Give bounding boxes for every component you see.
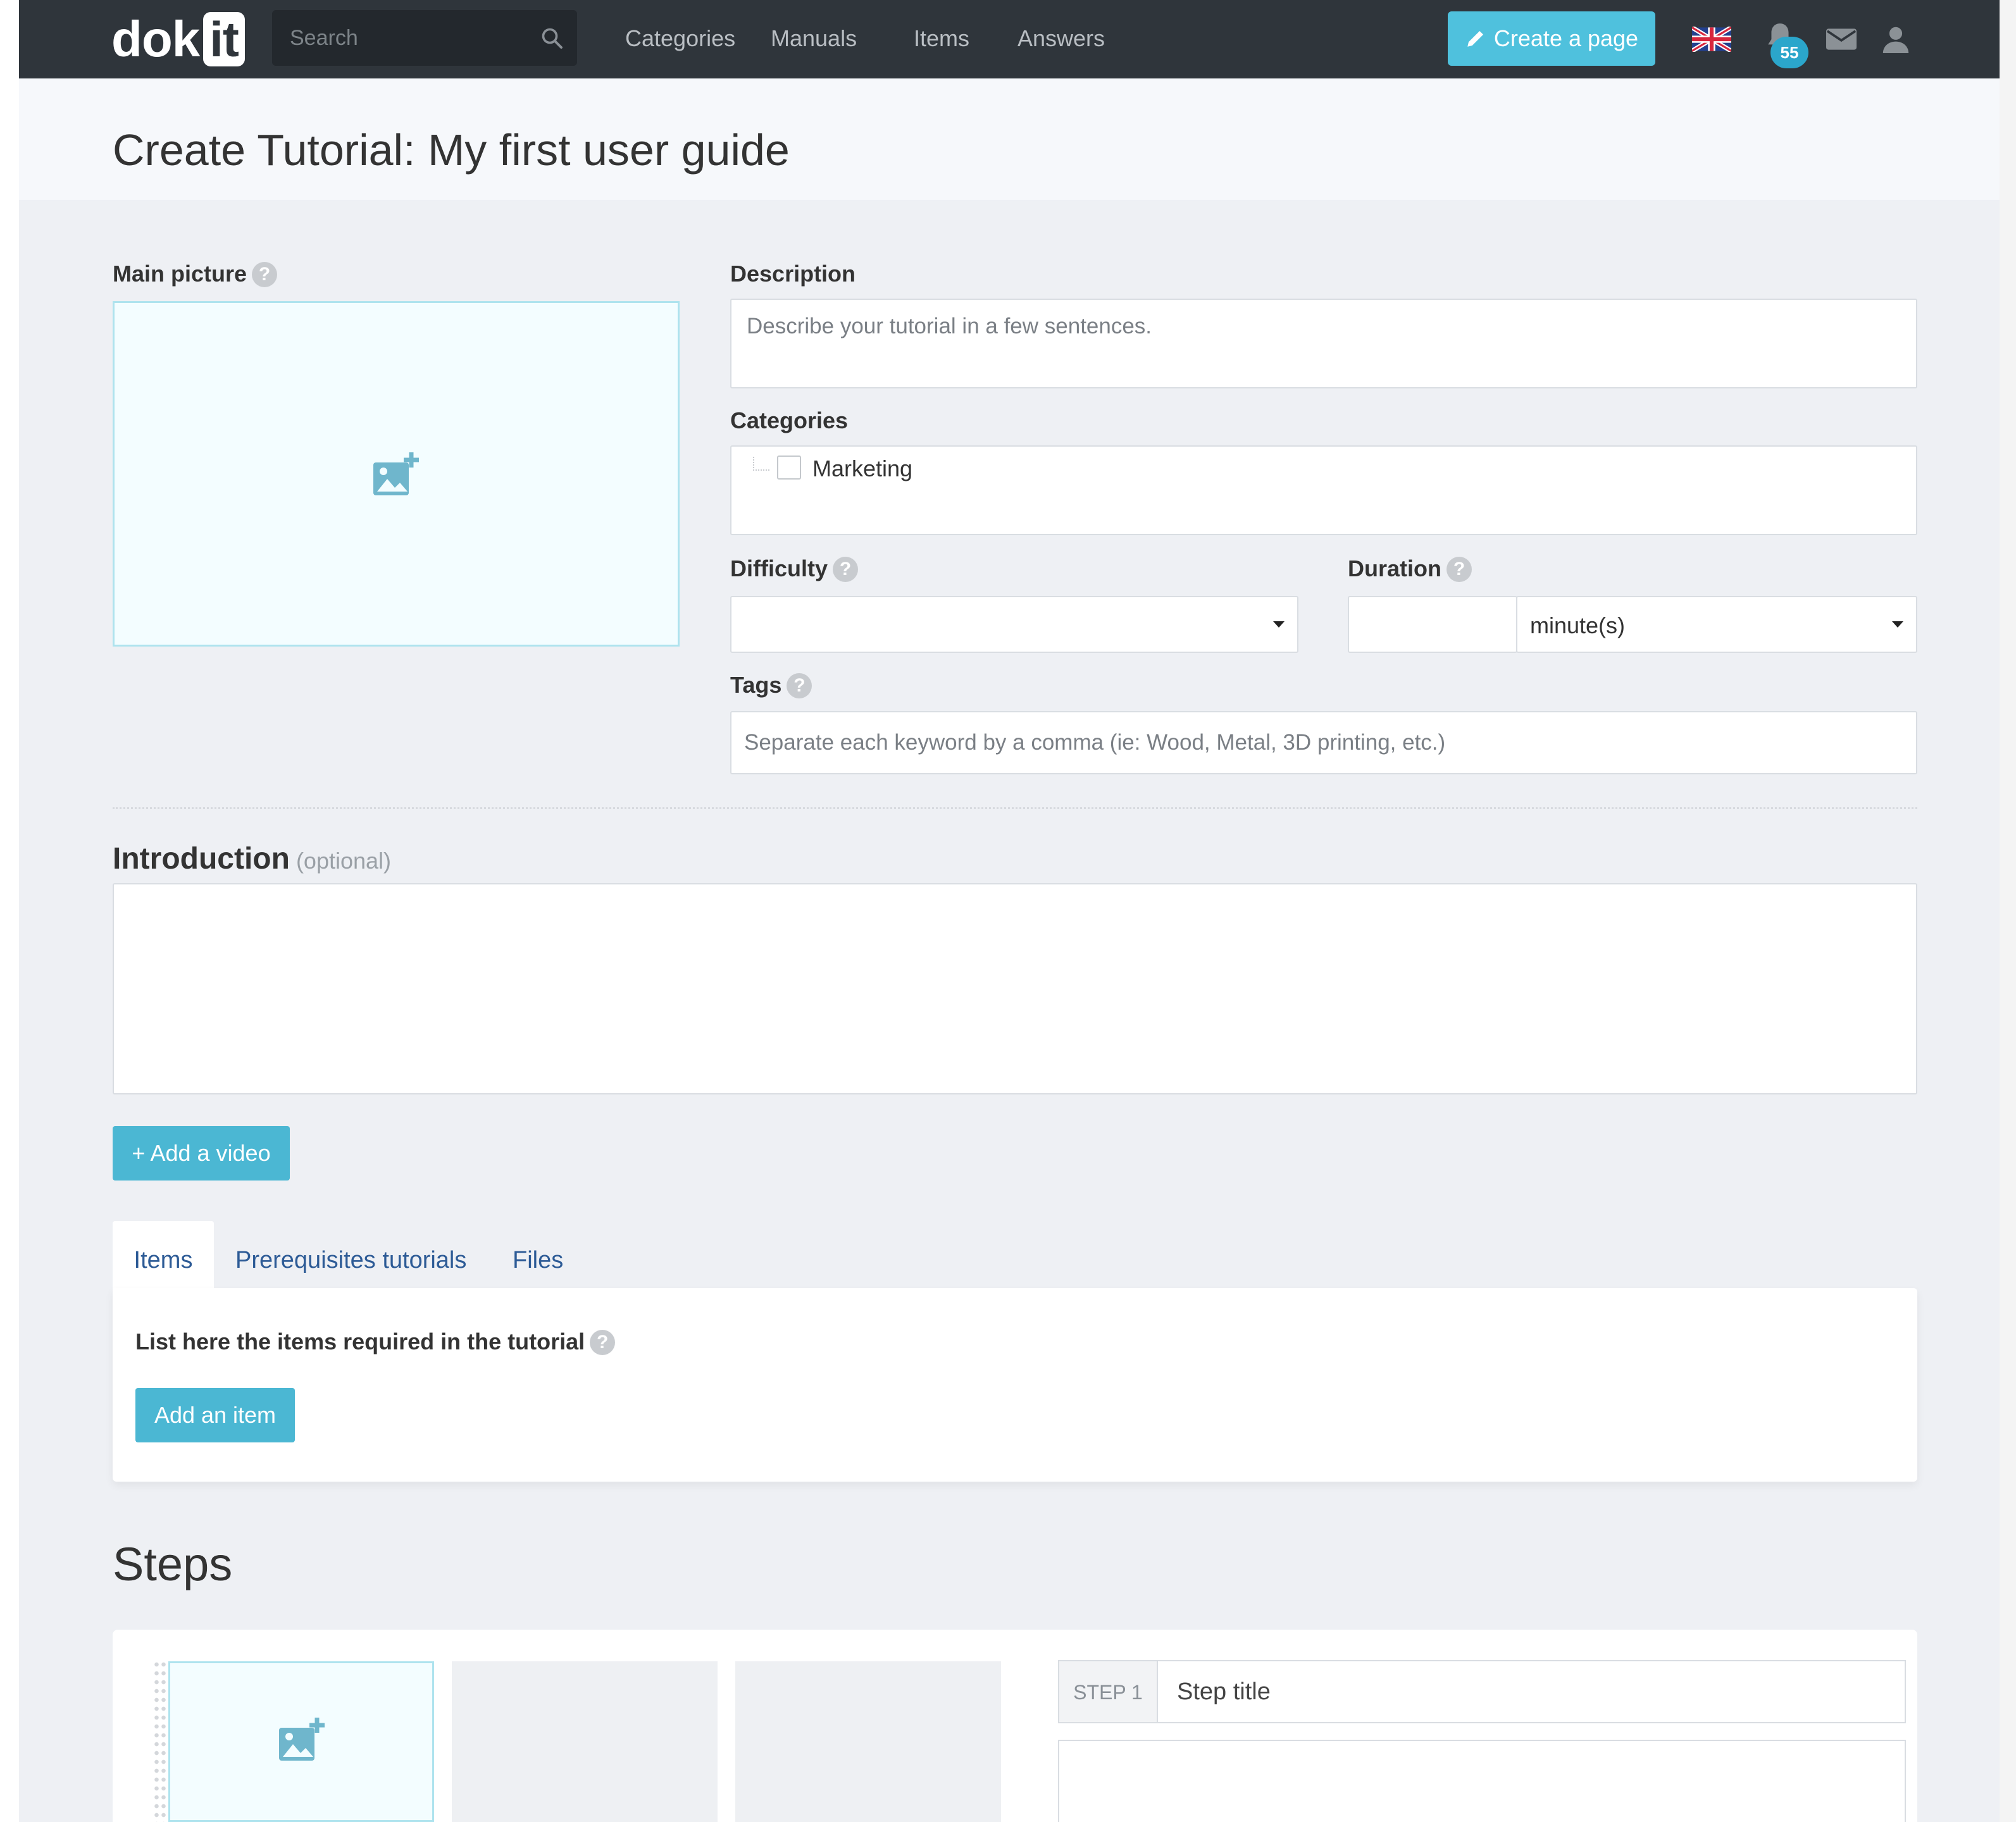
items-heading: List here the items required in the tuto… xyxy=(135,1329,585,1354)
add-item-button[interactable]: Add an item xyxy=(135,1388,295,1442)
difficulty-select[interactable] xyxy=(730,596,1298,653)
description-placeholder: Describe your tutorial in a few sentence… xyxy=(747,314,1152,338)
tree-connector xyxy=(753,457,769,471)
top-navbar: dokit Categories Manuals Items Answers C… xyxy=(19,0,2000,78)
user-icon[interactable] xyxy=(1882,25,1910,53)
duration-unit-select[interactable]: minute(s) xyxy=(1516,596,1917,653)
chevron-down-icon xyxy=(1273,621,1285,628)
nav-link-answers[interactable]: Answers xyxy=(1017,0,1105,78)
drag-handle[interactable] xyxy=(153,1660,167,1822)
tab-files[interactable]: Files xyxy=(513,1221,563,1289)
categories-tree: Marketing xyxy=(730,445,1917,535)
chevron-down-icon xyxy=(1892,621,1903,628)
step-image-slot[interactable] xyxy=(735,1661,1001,1822)
step-title-input[interactable] xyxy=(1158,1661,1905,1722)
tags-placeholder: Separate each keyword by a comma (ie: Wo… xyxy=(744,730,1446,755)
steps-heading: Steps xyxy=(113,1538,233,1590)
uk-flag-icon[interactable] xyxy=(1692,27,1731,52)
notification-badge[interactable]: 55 xyxy=(1770,37,1808,68)
step-image-dropzone[interactable] xyxy=(168,1661,434,1822)
help-icon[interactable]: ? xyxy=(787,673,812,698)
nav-link-items[interactable]: Items xyxy=(914,0,969,78)
help-icon[interactable]: ? xyxy=(1447,557,1472,582)
step-title-field xyxy=(1157,1660,1906,1723)
logo-badge: it xyxy=(203,12,245,66)
duration-input[interactable] xyxy=(1348,596,1517,653)
add-image-icon xyxy=(373,452,419,495)
introduction-heading: Introduction (optional) xyxy=(113,841,391,876)
pencil-icon xyxy=(1467,30,1483,47)
items-heading-row: List here the items required in the tuto… xyxy=(135,1329,616,1355)
mail-icon[interactable] xyxy=(1826,28,1857,51)
main-picture-dropzone[interactable] xyxy=(113,301,680,647)
create-page-button[interactable]: Create a page xyxy=(1448,11,1655,66)
tags-label: Tags xyxy=(730,672,782,698)
duration-label-row: Duration? xyxy=(1348,555,1472,582)
category-checkbox-marketing[interactable] xyxy=(777,456,801,480)
difficulty-label-row: Difficulty? xyxy=(730,555,859,582)
tab-prerequisites[interactable]: Prerequisites tutorials xyxy=(235,1221,466,1289)
help-icon[interactable]: ? xyxy=(590,1330,616,1355)
page-title: Create Tutorial: My first user guide xyxy=(113,125,790,175)
page-header: Create Tutorial: My first user guide xyxy=(19,78,2000,200)
introduction-optional: (optional) xyxy=(296,848,392,874)
page-edge xyxy=(2000,0,2016,1822)
step-number-label: STEP 1 xyxy=(1058,1660,1158,1723)
dokit-logo[interactable]: dok it xyxy=(111,9,245,70)
description-field[interactable]: Describe your tutorial in a few sentence… xyxy=(730,299,1917,388)
main-picture-label-row: Main picture? xyxy=(113,261,278,287)
app-frame: dokit Categories Manuals Items Answers C… xyxy=(19,0,2000,1822)
tab-items[interactable]: Items xyxy=(113,1221,214,1289)
categories-label: Categories xyxy=(730,407,849,433)
help-icon[interactable]: ? xyxy=(252,262,278,287)
search-box xyxy=(272,10,577,66)
step-body-editor[interactable] xyxy=(1058,1740,1906,1822)
tags-label-row: Tags? xyxy=(730,672,812,698)
items-tab-panel: List here the items required in the tuto… xyxy=(113,1288,1917,1482)
introduction-editor[interactable] xyxy=(113,883,1917,1094)
search-icon[interactable] xyxy=(540,27,563,49)
difficulty-label: Difficulty xyxy=(730,555,828,581)
search-input[interactable] xyxy=(272,10,525,66)
duration-unit-value: minute(s) xyxy=(1530,612,1626,638)
section-divider xyxy=(113,807,1917,809)
main-picture-label: Main picture xyxy=(113,261,247,287)
tags-input[interactable]: Separate each keyword by a comma (ie: Wo… xyxy=(730,711,1917,774)
add-image-icon xyxy=(279,1718,325,1761)
description-label: Description xyxy=(730,261,856,287)
nav-link-categories[interactable]: Categories xyxy=(625,0,735,78)
introduction-title: Introduction xyxy=(113,842,290,876)
nav-link-manuals[interactable]: Manuals xyxy=(771,0,857,78)
duration-label: Duration xyxy=(1348,555,1441,581)
step-image-slot[interactable] xyxy=(452,1661,718,1822)
add-video-button[interactable]: + Add a video xyxy=(113,1126,290,1181)
category-label-marketing: Marketing xyxy=(812,456,913,481)
create-page-label: Create a page xyxy=(1493,25,1639,51)
logo-text: dok xyxy=(111,11,200,67)
help-icon[interactable]: ? xyxy=(833,557,859,582)
